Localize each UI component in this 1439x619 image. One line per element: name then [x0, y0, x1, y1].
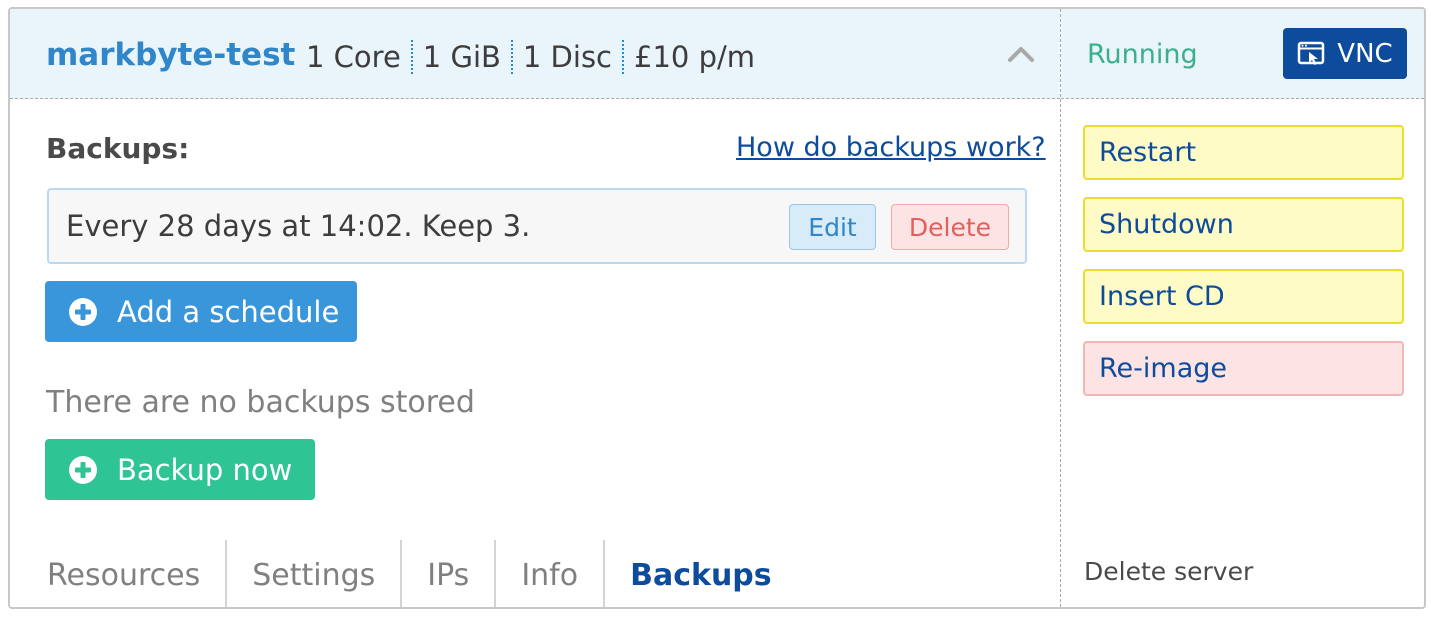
delete-server-link[interactable]: Delete server [1084, 555, 1253, 589]
backup-now-button[interactable]: Backup now [45, 439, 315, 500]
backup-schedule-row: Every 28 days at 14:02. Keep 3. Edit Del… [47, 188, 1027, 264]
server-specs: 1 Core 1 GiB 1 Disc £10 p/m [306, 37, 765, 77]
spec-memory: 1 GiB [422, 40, 501, 74]
server-status-header: Running VNC [1061, 9, 1424, 99]
server-tabs: Resources Settings IPs Info Backups [22, 540, 797, 607]
chevron-up-icon[interactable] [1008, 45, 1034, 63]
server-header[interactable]: markbyte-test 1 Core 1 GiB 1 Disc £10 p/… [10, 9, 1060, 99]
tab-settings[interactable]: Settings [227, 540, 403, 607]
tab-resources[interactable]: Resources [22, 540, 228, 607]
shutdown-button[interactable]: Shutdown [1083, 197, 1404, 252]
server-actions-panel: Running VNC Restart Shutdown Insert CD R… [1060, 9, 1424, 607]
add-schedule-button[interactable]: Add a schedule [45, 281, 357, 342]
spec-price: £10 p/m [634, 40, 756, 74]
delete-schedule-button[interactable]: Delete [891, 204, 1009, 250]
backup-now-label: Backup now [117, 452, 293, 487]
vnc-button[interactable]: VNC [1283, 28, 1407, 79]
server-card: markbyte-test 1 Core 1 GiB 1 Disc £10 p/… [8, 7, 1426, 609]
schedule-description: Every 28 days at 14:02. Keep 3. [66, 209, 531, 243]
spec-cores: 1 Core [306, 40, 401, 74]
server-main-panel: markbyte-test 1 Core 1 GiB 1 Disc £10 p/… [10, 9, 1060, 607]
backups-heading: Backups: [46, 132, 190, 165]
status-badge: Running [1087, 39, 1198, 70]
insert-cd-button[interactable]: Insert CD [1083, 269, 1404, 324]
vnc-label: VNC [1337, 38, 1393, 69]
tab-info[interactable]: Info [496, 540, 606, 607]
plus-circle-icon [69, 297, 97, 326]
no-backups-message: There are no backups stored [46, 385, 475, 420]
edit-schedule-button[interactable]: Edit [789, 204, 876, 250]
add-schedule-label: Add a schedule [117, 294, 340, 329]
restart-button[interactable]: Restart [1083, 125, 1404, 180]
tab-ips[interactable]: IPs [402, 540, 497, 607]
window-cursor-icon [1298, 41, 1325, 65]
tab-backups[interactable]: Backups [605, 540, 797, 607]
spec-discs: 1 Disc [522, 40, 613, 74]
server-name[interactable]: markbyte-test [46, 35, 295, 75]
reimage-button[interactable]: Re-image [1083, 341, 1404, 396]
plus-circle-icon [69, 455, 97, 484]
how-backups-work-link[interactable]: How do backups work? [736, 130, 1046, 166]
